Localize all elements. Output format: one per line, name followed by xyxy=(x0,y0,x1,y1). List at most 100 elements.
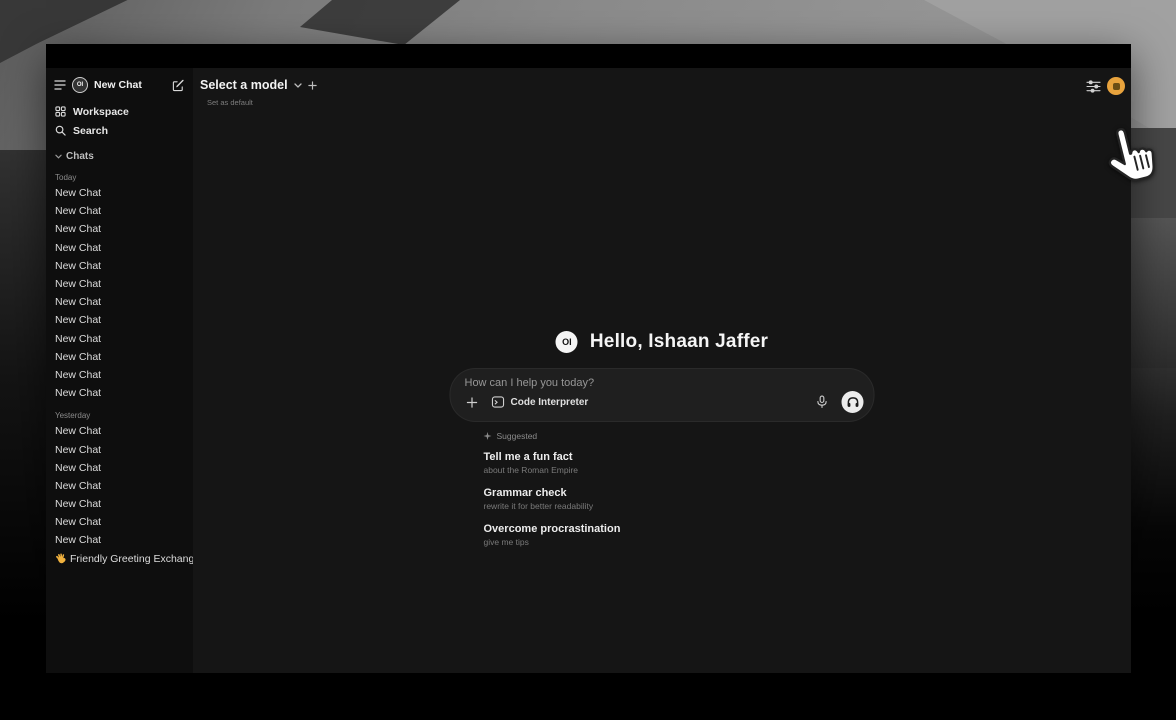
sidebar-toggle-icon[interactable] xyxy=(54,80,66,90)
sidebar-header: OI New Chat xyxy=(46,68,193,98)
desktop: OI New Chat Workspace Search xyxy=(0,0,1176,720)
chat-list-item[interactable]: New Chat xyxy=(55,513,184,531)
chat-list-item-label: New Chat xyxy=(55,187,101,199)
chat-list-item[interactable]: Friendly Greeting Exchange xyxy=(55,550,184,568)
suggestion-title: Overcome procrastination xyxy=(484,523,875,535)
chat-list-item-label: New Chat xyxy=(55,314,101,326)
sparkle-icon xyxy=(484,432,492,440)
chat-list-item[interactable]: New Chat xyxy=(55,477,184,495)
sidebar-item-search[interactable]: Search xyxy=(46,121,193,140)
app-window: OI New Chat Workspace Search xyxy=(46,44,1131,673)
prompt-input-box[interactable]: Code Interpreter xyxy=(450,368,875,422)
sidebar-item-label: Search xyxy=(73,125,108,137)
chat-group-label: Yesterday xyxy=(55,408,184,422)
chat-list-item-label: New Chat xyxy=(55,260,101,272)
wallpaper-facet xyxy=(1130,128,1176,218)
chat-list-item-label: New Chat xyxy=(55,498,101,510)
chat-list-item[interactable]: New Chat xyxy=(55,440,184,458)
chat-list-item[interactable]: New Chat xyxy=(55,220,184,238)
chevron-down-icon xyxy=(294,83,302,88)
chat-list-item[interactable]: New Chat xyxy=(55,422,184,440)
chat-list-item[interactable]: New Chat xyxy=(55,184,184,202)
code-interpreter-icon xyxy=(492,396,505,408)
voice-call-button[interactable] xyxy=(842,391,864,413)
wallpaper-facet xyxy=(0,673,1176,720)
suggested-section: Suggested Tell me a fun fact about the Ro… xyxy=(450,431,875,547)
chat-list-item-label: New Chat xyxy=(55,444,101,456)
suggestion-title: Tell me a fun fact xyxy=(484,451,875,463)
suggestion-item[interactable]: Overcome procrastination give me tips xyxy=(484,523,875,547)
chat-list-item-label: New Chat xyxy=(55,387,101,399)
headphones-icon xyxy=(846,396,859,408)
header-actions xyxy=(1086,77,1125,95)
set-default-link[interactable]: Set as default xyxy=(207,98,253,107)
chat-list-item[interactable]: New Chat xyxy=(55,293,184,311)
chat-list-item[interactable]: New Chat xyxy=(55,495,184,513)
chat-list-item-label: New Chat xyxy=(55,223,101,235)
chat-list-item-label: New Chat xyxy=(55,516,101,528)
welcome-panel: OI Hello, Ishaan Jaffer Code Interpreter xyxy=(450,330,875,547)
chat-list-item-label: Friendly Greeting Exchange xyxy=(70,553,200,565)
new-chat-icon[interactable] xyxy=(172,79,185,92)
window-titlebar xyxy=(46,44,1131,68)
prompt-input[interactable] xyxy=(465,377,864,389)
input-actions: Code Interpreter xyxy=(465,391,864,413)
chat-list-item[interactable]: New Chat xyxy=(55,311,184,329)
suggestion-subtitle: rewrite it for better readability xyxy=(484,501,875,511)
greeting: OI Hello, Ishaan Jaffer xyxy=(450,330,875,354)
chat-list-item[interactable]: New Chat xyxy=(55,202,184,220)
chat-list-item-label: New Chat xyxy=(55,205,101,217)
model-selector[interactable]: Select a model xyxy=(200,78,317,92)
chat-list-item[interactable]: New Chat xyxy=(55,348,184,366)
microphone-icon[interactable] xyxy=(817,395,828,409)
attach-icon[interactable] xyxy=(467,397,478,408)
chat-list-item[interactable]: New Chat xyxy=(55,275,184,293)
model-selector-label: Select a model xyxy=(200,78,288,92)
chat-list-item[interactable]: New Chat xyxy=(55,366,184,384)
wallpaper-facet xyxy=(0,150,46,720)
wave-emoji xyxy=(55,553,66,564)
suggested-header: Suggested xyxy=(484,431,875,441)
app-logo: OI xyxy=(556,331,578,353)
sidebar-nav: Workspace Search xyxy=(46,102,193,140)
suggestion-list: Tell me a fun fact about the Roman Empire… xyxy=(484,451,875,547)
chat-list-item[interactable]: New Chat xyxy=(55,257,184,275)
chat-list-item-label: New Chat xyxy=(55,296,101,308)
suggestion-subtitle: give me tips xyxy=(484,537,875,547)
code-interpreter-button[interactable]: Code Interpreter xyxy=(492,396,589,408)
wallpaper-facet xyxy=(1130,218,1176,368)
chat-groups: Today New Chat New Chat New Chat New Chat New… xyxy=(46,170,193,568)
sidebar-item-label: Workspace xyxy=(73,106,129,118)
code-interpreter-label: Code Interpreter xyxy=(511,397,589,408)
chat-list-item[interactable]: New Chat xyxy=(55,239,184,257)
sidebar-item-workspace[interactable]: Workspace xyxy=(46,102,193,121)
controls-icon[interactable] xyxy=(1086,80,1101,93)
chat-list-item[interactable]: New Chat xyxy=(55,459,184,477)
avatar[interactable] xyxy=(1107,77,1125,95)
chat-list-item-label: New Chat xyxy=(55,333,101,345)
chat-list-item-label: New Chat xyxy=(55,462,101,474)
app-logo: OI xyxy=(72,77,88,93)
greeting-text: Hello, Ishaan Jaffer xyxy=(590,331,768,353)
chats-section-label: Chats xyxy=(66,151,94,162)
suggestion-subtitle: about the Roman Empire xyxy=(484,465,875,475)
chat-group-label: Today xyxy=(55,170,184,184)
add-model-icon[interactable] xyxy=(308,81,317,90)
suggestion-title: Grammar check xyxy=(484,487,875,499)
chat-list-item[interactable]: New Chat xyxy=(55,330,184,348)
chat-list-item-label: New Chat xyxy=(55,351,101,363)
chat-list-item-label: New Chat xyxy=(55,369,101,381)
chats-section-toggle[interactable]: Chats xyxy=(46,148,193,164)
chat-list-item[interactable]: New Chat xyxy=(55,384,184,402)
chat-list-item-label: New Chat xyxy=(55,242,101,254)
sidebar-title: New Chat xyxy=(94,79,142,91)
suggested-label: Suggested xyxy=(497,431,538,441)
chat-list-item-label: New Chat xyxy=(55,278,101,290)
main-area: Select a model Set as default OI Hello, … xyxy=(193,68,1131,673)
suggestion-item[interactable]: Grammar check rewrite it for better reada… xyxy=(484,487,875,511)
chat-list-item[interactable]: New Chat xyxy=(55,531,184,549)
suggestion-item[interactable]: Tell me a fun fact about the Roman Empire xyxy=(484,451,875,475)
chevron-down-icon xyxy=(55,154,62,159)
avatar-glyph xyxy=(1113,83,1120,90)
sidebar: OI New Chat Workspace Search xyxy=(46,68,193,673)
